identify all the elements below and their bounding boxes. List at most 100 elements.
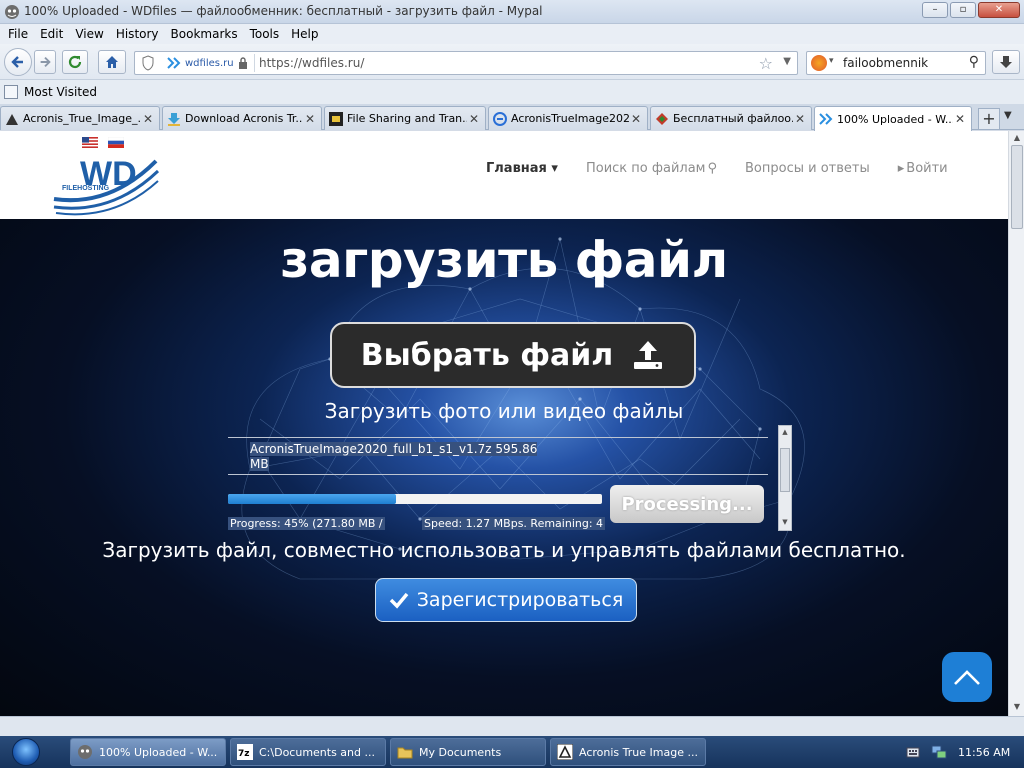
nav-login[interactable]: ▸ Войти: [898, 161, 948, 176]
taskbar-item-acronis[interactable]: Acronis True Image ...: [550, 738, 706, 766]
menu-edit[interactable]: Edit: [34, 27, 69, 41]
tab-file-sharing[interactable]: File Sharing and Tran... ✕: [324, 106, 486, 130]
nav-search-files[interactable]: Поиск по файлам ⚲: [586, 161, 717, 176]
chevron-up-icon: [954, 670, 980, 685]
close-tab-icon[interactable]: ✕: [629, 112, 643, 126]
page-scroll-up-icon[interactable]: ▲: [1011, 133, 1023, 145]
nav-home[interactable]: Главная ▾: [486, 161, 558, 176]
downloads-button[interactable]: [992, 50, 1020, 74]
register-label: Зарегистрироваться: [416, 589, 624, 611]
acronis-icon: [6, 113, 18, 125]
windows-logo-icon: [12, 738, 40, 766]
mypal-app-icon: [5, 5, 19, 19]
close-tab-icon[interactable]: ✕: [793, 112, 807, 126]
wdfiles-favicon: [167, 57, 181, 69]
forward-arrow-icon: [40, 56, 51, 68]
bookmark-star-icon[interactable]: ☆: [759, 54, 773, 73]
page-scrollbar[interactable]: ▲ ▼: [1008, 131, 1024, 716]
menu-file[interactable]: File: [2, 27, 34, 41]
close-tab-icon[interactable]: ✕: [303, 112, 317, 126]
tab-label: 100% Uploaded - W...: [837, 112, 953, 126]
menu-history[interactable]: History: [110, 27, 165, 41]
scroll-to-top-button[interactable]: [942, 652, 992, 702]
nav-faq[interactable]: Вопросы и ответы: [745, 161, 870, 176]
taskbar-item-label: My Documents: [419, 745, 502, 759]
upload-progress-bar: [228, 494, 602, 504]
file-list-scrollbar[interactable]: ▲ ▼: [778, 425, 792, 531]
scroll-up-icon[interactable]: ▲: [779, 428, 791, 438]
upload-hero: загрузить файл Выбрать файл Загрузить фо…: [0, 219, 1008, 716]
processing-button[interactable]: Processing...: [610, 485, 764, 523]
shield-icon: [142, 55, 154, 71]
close-tab-icon[interactable]: ✕: [467, 112, 481, 126]
upload-subtitle: Загрузить фото или видео файлы: [324, 399, 684, 423]
close-tab-icon[interactable]: ✕: [141, 112, 155, 126]
window-title: 100% Uploaded - WDfiles — файлообменник:…: [24, 4, 543, 18]
forward-button[interactable]: [34, 50, 56, 74]
site-identity-label: wdfiles.ru: [185, 57, 234, 69]
site-identity[interactable]: wdfiles.ru: [161, 54, 255, 72]
url-bar[interactable]: wdfiles.ru https://wdfiles.ru/ ☆ ▼: [134, 51, 798, 75]
page-scroll-down-icon[interactable]: ▼: [1011, 702, 1023, 714]
choose-file-button[interactable]: Выбрать файл: [330, 322, 696, 388]
mypal-icon: [78, 745, 92, 759]
tab-acronis-true-image-2020[interactable]: AcronisTrueImage202... ✕: [488, 106, 648, 130]
start-button[interactable]: [4, 736, 48, 768]
taskbar-item-label: C:\Documents and ...: [259, 745, 375, 759]
download-icon: [168, 112, 180, 126]
taskbar-item-mypal[interactable]: 100% Uploaded - W...: [70, 738, 226, 766]
taskbar-item-label: Acronis True Image ...: [579, 745, 698, 759]
tab-list-dropdown-icon[interactable]: ▼: [1004, 110, 1012, 121]
choose-file-label: Выбрать файл: [360, 337, 614, 373]
download-arrow-icon: [1000, 56, 1012, 68]
scroll-down-icon[interactable]: ▼: [779, 518, 791, 528]
maximize-button[interactable]: ▫: [950, 2, 976, 18]
new-tab-button[interactable]: +: [978, 108, 1000, 130]
status-strip: [0, 716, 1024, 736]
menu-tools[interactable]: Tools: [244, 27, 286, 41]
system-tray: 11:56 AM: [900, 736, 1024, 768]
home-button[interactable]: [98, 50, 126, 74]
lock-icon: [238, 57, 247, 69]
duckduckgo-icon[interactable]: [811, 55, 827, 71]
page-scroll-thumb[interactable]: [1011, 145, 1023, 229]
tab-download-acronis[interactable]: Download Acronis Tr... ✕: [162, 106, 322, 130]
most-visited-bookmark[interactable]: Most Visited: [24, 85, 97, 99]
keyboard-icon[interactable]: [906, 746, 920, 758]
wdfiles-logo[interactable]: WD FILEHOSTING: [50, 137, 162, 217]
upload-file-item: AcronisTrueImage2020_full_b1_s1_v1.7z 59…: [250, 442, 566, 472]
search-icon[interactable]: ⚲: [969, 54, 979, 70]
back-button[interactable]: [4, 48, 32, 76]
register-button[interactable]: Зарегистрироваться: [375, 578, 637, 622]
menu-bookmarks[interactable]: Bookmarks: [165, 27, 244, 41]
bookmarks-toolbar: Most Visited: [0, 80, 1024, 104]
url-dropdown-icon[interactable]: ▼: [783, 56, 791, 67]
taskbar-item-7zip[interactable]: 7z C:\Documents and ...: [230, 738, 386, 766]
upload-icon: [634, 341, 663, 369]
search-icon: ⚲: [707, 161, 718, 176]
menu-bar: File Edit View History Bookmarks Tools H…: [0, 24, 1024, 44]
site-header: WD FILEHOSTING Главная ▾ Поиск по файлам…: [0, 131, 1008, 219]
checkmark-icon: [389, 592, 409, 609]
tab-label: Acronis_True_Image_...: [23, 112, 141, 125]
tab-besplatny-fajloobmennik[interactable]: Бесплатный файлоо... ✕: [650, 106, 812, 130]
taskbar-item-my-documents[interactable]: My Documents: [390, 738, 546, 766]
search-query: failoobmennik: [843, 56, 929, 70]
menu-view[interactable]: View: [69, 27, 109, 41]
search-engine-dropdown-icon[interactable]: ▾: [829, 56, 834, 66]
close-tab-icon[interactable]: ✕: [953, 112, 967, 126]
acronis-icon: [557, 744, 573, 760]
reload-button[interactable]: [62, 50, 88, 74]
search-bar[interactable]: ▾ failoobmennik ⚲: [806, 51, 986, 75]
clock[interactable]: 11:56 AM: [958, 746, 1010, 759]
home-icon: [106, 56, 118, 68]
file-list-scroll-thumb[interactable]: [780, 448, 790, 492]
minimize-button[interactable]: –: [922, 2, 948, 18]
tab-acronis-true-image[interactable]: Acronis_True_Image_... ✕: [0, 106, 160, 130]
close-window-button[interactable]: ✕: [978, 2, 1020, 18]
menu-help[interactable]: Help: [285, 27, 324, 41]
tab-100-uploaded[interactable]: 100% Uploaded - W... ✕: [814, 106, 972, 131]
svg-text:7z: 7z: [238, 749, 250, 759]
most-visited-icon: [4, 85, 18, 99]
network-icon[interactable]: [930, 744, 948, 760]
